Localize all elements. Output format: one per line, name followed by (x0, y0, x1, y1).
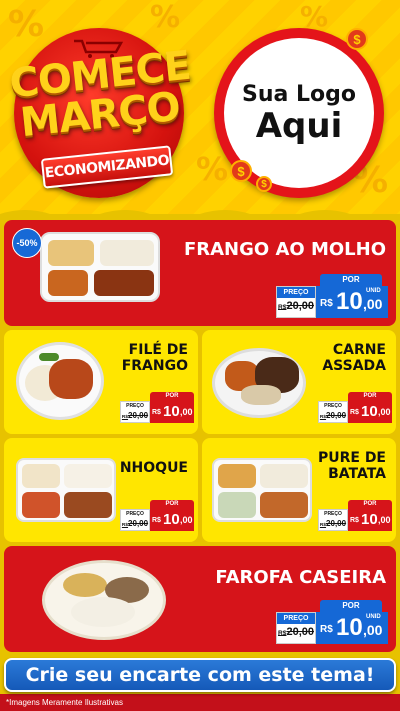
discount-badge: -50% (12, 228, 42, 258)
dish-name: FRANGO AO MOLHO (183, 239, 386, 260)
new-price: R$ 10 ,00 UNID (316, 286, 388, 318)
price-tag: POR PREÇO R$20,00 R$ 10 ,00 (120, 392, 196, 424)
product-card[interactable]: NHOQUE POR PREÇO R$20,00 R$ 10 ,00 (4, 438, 198, 542)
dish-name: ASSADA (322, 358, 386, 375)
old-price: R$20,00 (319, 411, 347, 420)
create-flyer-button[interactable]: Crie seu encarte com este tema! (4, 658, 396, 692)
coin-icon: $ (346, 28, 368, 50)
old-price: R$20,00 (278, 626, 314, 638)
old-price: R$20,00 (278, 300, 314, 312)
dish-name: PURE DE (317, 450, 386, 466)
price-tag: POR PREÇO R$20,00 R$ 10 ,00 (318, 392, 394, 424)
dish-name: CARNE (332, 342, 386, 358)
price-tag: POR PREÇO R$20,00 R$ 10 ,00 (318, 500, 394, 532)
price-por-label: POR (348, 500, 392, 509)
price-preco-label: PREÇO (277, 613, 315, 624)
price-preco-label: PREÇO (121, 510, 149, 518)
product-card[interactable]: FAROFA CASEIRA POR PREÇO R$20,00 R$ 10 ,… (4, 546, 396, 652)
product-card[interactable]: -50% FRANGO AO MOLHO POR PREÇO R$20,00 R… (4, 220, 396, 326)
percent-decoration: % (196, 150, 229, 188)
logo-text-line2: Aqui (255, 105, 343, 146)
price-preco-label: PREÇO (319, 402, 347, 410)
old-price: R$20,00 (121, 411, 149, 420)
coin-icon: $ (256, 176, 272, 192)
product-card[interactable]: CARNE ASSADA POR PREÇO R$20,00 R$ 10 ,00 (202, 330, 396, 434)
price-por-label: POR (150, 392, 194, 401)
food-image (212, 458, 312, 522)
price-tag: POR PREÇO R$20,00 R$ 10 ,00 (120, 500, 196, 532)
dish-name: NHOQUE (119, 460, 188, 476)
price-tag: POR PREÇO R$20,00 R$ 10 ,00 UNID (276, 274, 390, 320)
food-image (212, 348, 306, 418)
percent-decoration: % (150, 0, 181, 35)
create-flyer-label: Crie seu encarte com este tema! (25, 664, 375, 686)
price-por-label: POR (348, 392, 392, 401)
dish-name: BATATA (328, 466, 386, 483)
new-price: R$ 10 ,00 (150, 401, 194, 423)
logo-text-line1: Sua Logo (241, 81, 356, 107)
price-por-label: POR (320, 600, 382, 612)
food-image (16, 342, 104, 420)
new-price: R$ 10 ,00 (348, 401, 392, 423)
old-price: R$20,00 (121, 519, 149, 528)
new-price: R$ 10 ,00 (150, 509, 194, 531)
price-preco-label: PREÇO (319, 510, 347, 518)
dish-name: FRANGO (121, 358, 188, 375)
disclaimer: *Imagens Meramente Ilustrativas (6, 698, 123, 707)
dish-name: FILÉ DE (128, 342, 188, 358)
coin-icon: $ (230, 160, 252, 182)
old-price: R$20,00 (319, 519, 347, 528)
header-banner: % % % % % COMECE MARÇO ECONOMIZANDO Sua … (0, 0, 400, 214)
percent-decoration: % (8, 4, 45, 45)
new-price: R$ 10 ,00 UNID (316, 612, 388, 644)
price-preco-label: PREÇO (121, 402, 149, 410)
price-preco-label: PREÇO (277, 287, 315, 298)
product-card[interactable]: FILÉ DE FRANGO POR PREÇO R$20,00 R$ 10 ,… (4, 330, 198, 434)
price-tag: POR PREÇO R$20,00 R$ 10 ,00 UNID (276, 600, 390, 646)
food-image (42, 560, 166, 640)
food-image (40, 232, 160, 302)
food-image (16, 458, 116, 522)
subheadline: ECONOMIZANDO (44, 152, 170, 182)
new-price: R$ 10 ,00 (348, 509, 392, 531)
price-por-label: POR (320, 274, 382, 286)
price-por-label: POR (150, 500, 194, 509)
product-card[interactable]: PURE DE BATATA POR PREÇO R$20,00 R$ 10 ,… (202, 438, 396, 542)
dish-name: FAROFA CASEIRA (215, 567, 386, 588)
